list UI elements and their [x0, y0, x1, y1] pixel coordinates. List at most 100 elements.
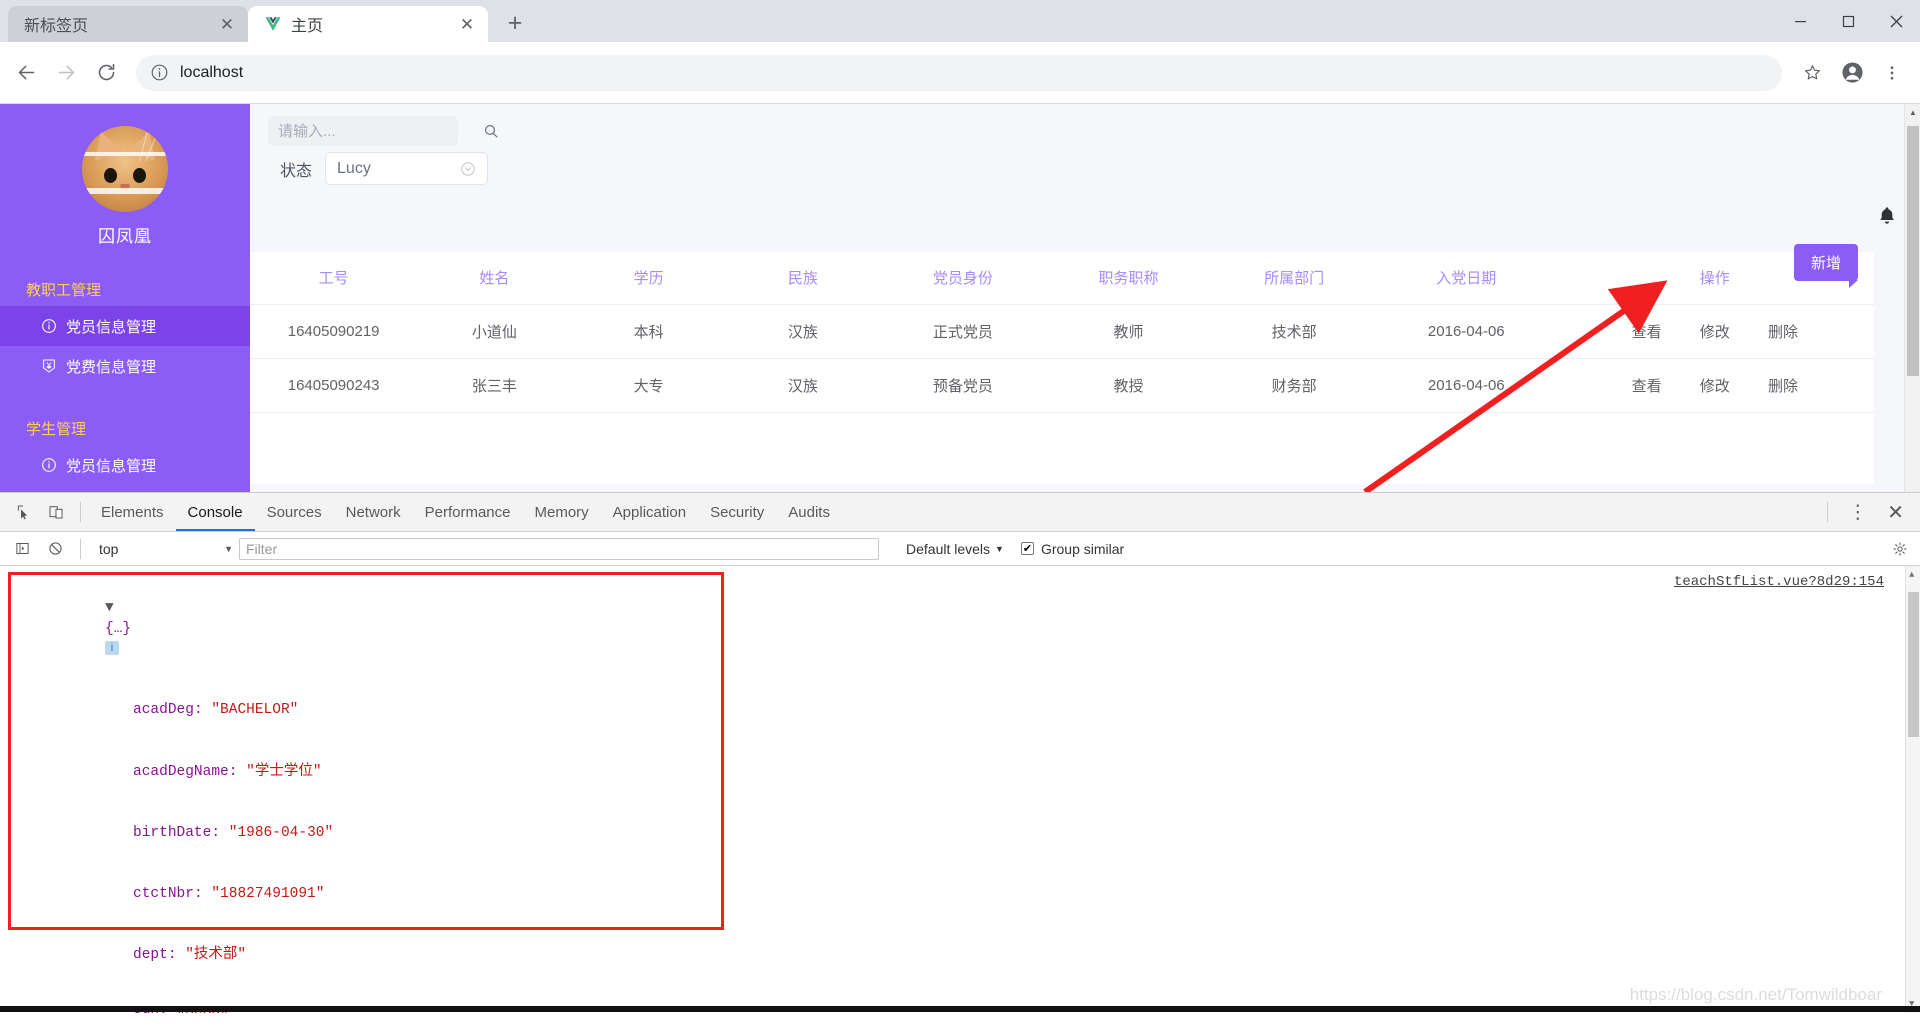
cell-party-identity: 预备党员 — [880, 358, 1046, 413]
column-header-party-identity: 党员身份 — [880, 252, 1046, 305]
status-select[interactable]: Lucy — [325, 152, 489, 185]
sidebar-item-staff-member-info[interactable]: 党员信息管理 — [0, 306, 250, 346]
column-header-name: 姓名 — [417, 252, 572, 305]
close-icon[interactable]: ✕ — [216, 13, 238, 35]
cell-ethnicity: 汉族 — [725, 358, 881, 413]
log-levels-select[interactable]: Default levels ▼ — [906, 541, 1004, 557]
search-input[interactable] — [278, 122, 477, 140]
table-row: 16405090219 小道仙 本科 汉族 正式党员 教师 技术部 2016-0… — [250, 304, 1874, 359]
devtools-tab-console[interactable]: Console — [176, 493, 255, 531]
device-toolbar-icon[interactable] — [39, 496, 72, 529]
scroll-up-icon[interactable]: ▲ — [1909, 570, 1914, 580]
checkbox-icon[interactable]: ✔ — [1020, 542, 1034, 555]
back-arrow-icon[interactable] — [8, 55, 44, 91]
profile-avatar-icon[interactable] — [1834, 55, 1870, 91]
cell-join-date: 2016-04-06 — [1376, 358, 1556, 413]
property-value: "18827491091" — [211, 886, 325, 903]
three-dot-menu-icon[interactable] — [1874, 55, 1910, 91]
minimize-icon[interactable] — [1776, 0, 1824, 42]
view-link[interactable]: 查看 — [1632, 324, 1662, 341]
console-property-row: dept: "技术部" — [133, 947, 247, 964]
devtools-tab-memory[interactable]: Memory — [523, 493, 601, 531]
delete-link[interactable]: 删除 — [1768, 378, 1798, 395]
console-output: teachStfList.vue?8d29:154 ▼ {…} i acadDe… — [0, 566, 1920, 1013]
property-key: ctctNbr — [133, 886, 194, 903]
watermark-text: https://blog.csdn.net/Tomwildboar — [1629, 985, 1882, 1004]
browser-tab-new-tab-page[interactable]: 新标签页 ✕ — [8, 6, 248, 42]
expand-triangle-icon[interactable]: ▼ — [105, 600, 114, 616]
console-object-header[interactable]: ▼ {…} i — [18, 578, 1920, 680]
execution-context-value: top — [99, 540, 119, 557]
browser-toolbar: localhost — [0, 42, 1920, 104]
status-filter-label: 状态 — [280, 162, 313, 180]
console-property-row: acadDegName: "学士学位" — [133, 763, 322, 780]
notification-bell-icon[interactable] — [1876, 204, 1898, 233]
cell-job-title: 教授 — [1045, 358, 1212, 413]
console-property-row: acadDeg: "BACHELOR" — [133, 702, 299, 719]
status-select-value: Lucy — [337, 159, 371, 177]
address-bar[interactable]: localhost — [136, 54, 1782, 91]
scroll-up-icon[interactable]: ▲ — [1909, 108, 1917, 117]
info-circle-icon — [150, 63, 169, 82]
sidebar-username: 囚凤凰 — [98, 227, 152, 246]
property-key: birthDate — [133, 824, 212, 841]
browser-tab-home[interactable]: 主页 ✕ — [248, 6, 488, 42]
delete-link[interactable]: 删除 — [1768, 324, 1798, 341]
maximize-icon[interactable] — [1824, 0, 1872, 42]
log-levels-label: Default levels — [906, 540, 991, 557]
sidebar-item-student-member-info[interactable]: 党员信息管理 — [0, 445, 250, 485]
edit-link[interactable]: 修改 — [1700, 324, 1730, 341]
edit-link[interactable]: 修改 — [1700, 378, 1730, 395]
clear-console-icon[interactable] — [39, 532, 72, 565]
add-button[interactable]: 新增 — [1793, 244, 1859, 288]
main-content: 状态 Lucy 新增 — [250, 104, 1920, 492]
bookmark-star-icon[interactable] — [1794, 55, 1830, 91]
chevron-down-icon: ▼ — [224, 543, 233, 554]
property-value: "1986-04-30" — [228, 824, 334, 841]
scrollbar-thumb[interactable] — [1908, 592, 1919, 737]
cell-job-title: 教师 — [1045, 304, 1212, 359]
view-link[interactable]: 查看 — [1632, 378, 1662, 395]
devtools-tab-application[interactable]: Application — [601, 493, 698, 531]
devtools-tab-network[interactable]: Network — [334, 493, 413, 531]
chevron-down-circle-icon[interactable] — [460, 161, 476, 177]
group-similar-label: Group similar — [1040, 540, 1125, 557]
group-similar-toggle[interactable]: ✔ Group similar — [1020, 540, 1125, 557]
execution-context-icon[interactable] — [6, 532, 39, 565]
forward-arrow-icon[interactable] — [48, 55, 84, 91]
devtools-tab-audits[interactable]: Audits — [776, 493, 842, 531]
property-value: "学士学位" — [246, 763, 322, 780]
devtools-tab-sources[interactable]: Sources — [255, 493, 334, 531]
devtools-tab-performance[interactable]: Performance — [413, 493, 523, 531]
cell-department: 技术部 — [1211, 304, 1377, 359]
inspect-cursor-icon[interactable] — [6, 496, 39, 529]
close-icon[interactable]: ✕ — [456, 13, 478, 35]
cell-name: 小道仙 — [417, 304, 572, 359]
column-header-education: 学历 — [571, 252, 726, 305]
cell-party-identity: 正式党员 — [880, 304, 1046, 359]
tab-title: 新标签页 — [24, 18, 89, 35]
property-key: acadDeg — [133, 702, 194, 719]
new-tab-button[interactable]: + — [498, 6, 532, 40]
devtools-tabbar: Elements Console Sources Network Perform… — [0, 493, 1920, 532]
console-scrollbar[interactable]: ▲ ▼ — [1905, 566, 1920, 1013]
close-icon[interactable] — [1872, 0, 1920, 42]
search-icon[interactable] — [483, 123, 499, 139]
info-badge-icon[interactable]: i — [105, 641, 120, 656]
sidebar-item-staff-fee-info[interactable]: 党费信息管理 — [0, 346, 250, 386]
sidebar-group-title-student: 学生管理 — [26, 421, 87, 438]
annotation-box-bottom — [8, 927, 724, 930]
console-filter-input[interactable] — [239, 537, 879, 560]
data-table-card: 工号 姓名 学历 民族 党员身份 职务职称 所属部门 入党日期 操作 16405… — [250, 252, 1874, 484]
sidebar-item-label: 党费信息管理 — [66, 358, 157, 376]
devtools-tab-elements[interactable]: Elements — [89, 493, 176, 531]
reload-icon[interactable] — [88, 55, 124, 91]
gear-icon[interactable] — [1892, 541, 1920, 557]
cell-job-no: 16405090219 — [250, 304, 418, 359]
sidebar-group-title-staff: 教职工管理 — [26, 282, 102, 299]
console-source-link[interactable]: teachStfList.vue?8d29:154 — [1674, 574, 1884, 590]
execution-context-select[interactable]: top ▼ — [89, 538, 239, 560]
devtools-tab-security[interactable]: Security — [698, 493, 776, 531]
devtools-close-icon[interactable]: ✕ — [1879, 500, 1912, 525]
more-vertical-icon[interactable]: ⋮ — [1840, 501, 1875, 524]
